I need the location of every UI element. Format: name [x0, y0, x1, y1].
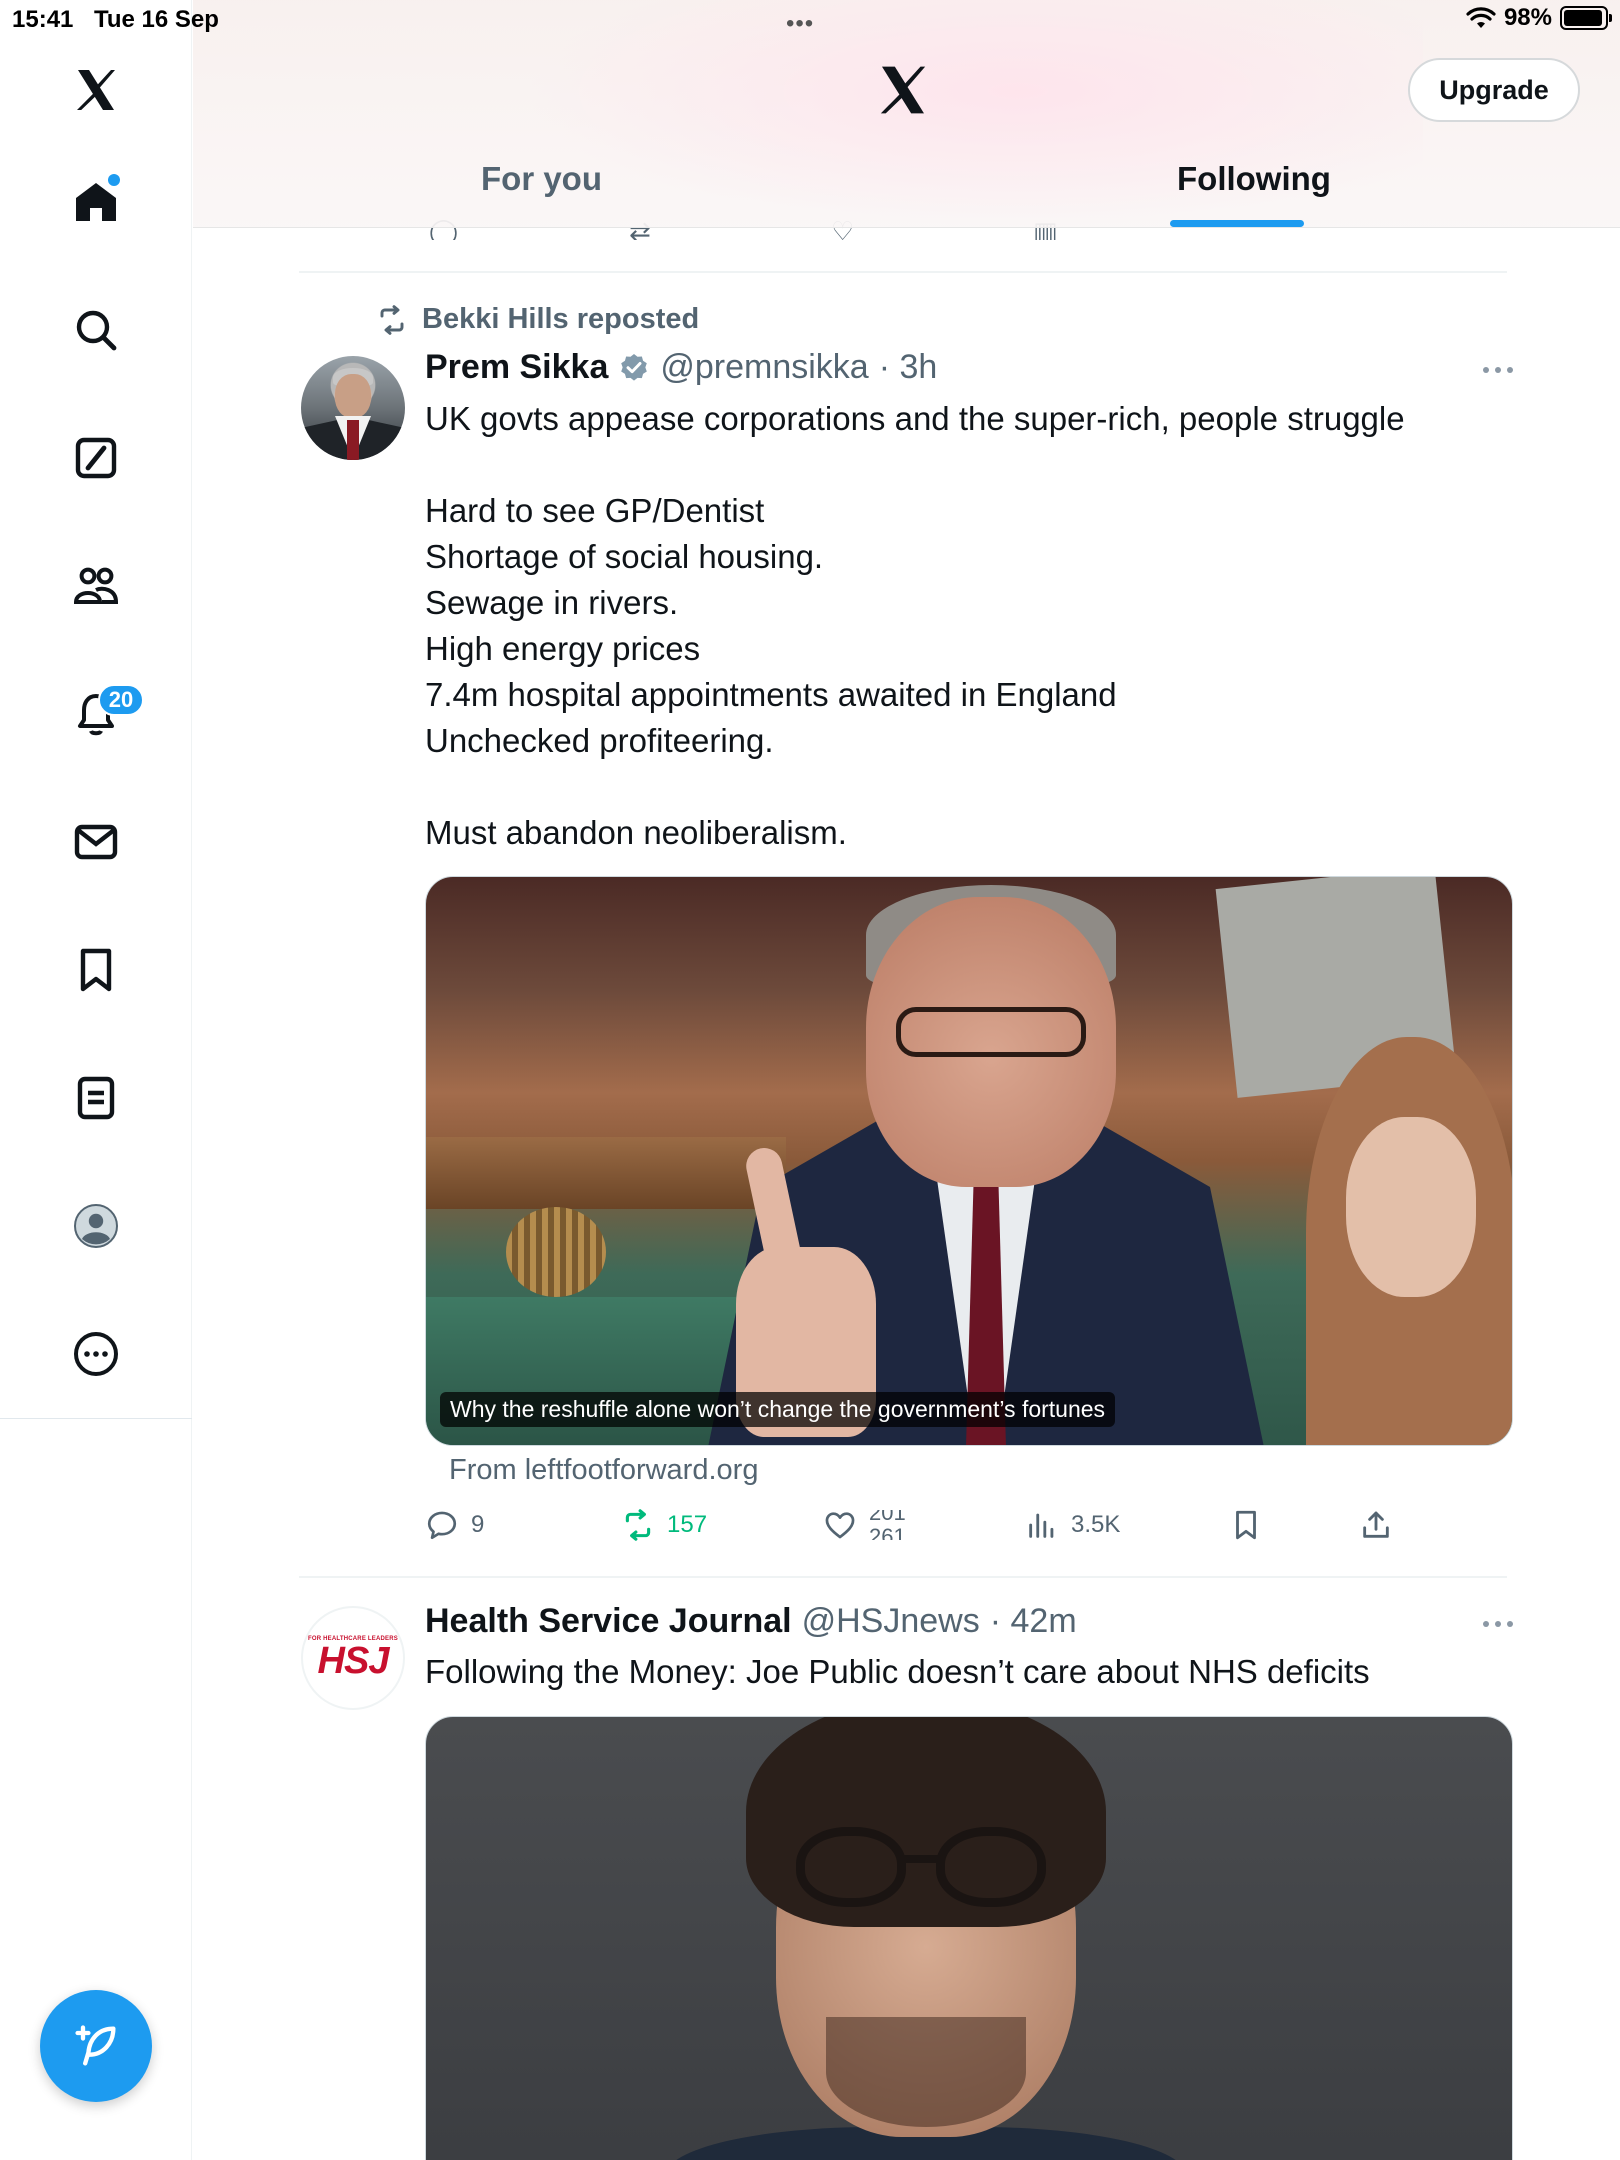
author-line: Health Service Journal @HSJnews · 42m	[425, 1602, 1077, 1641]
bookmarks-icon[interactable]	[64, 938, 128, 1002]
reply-count: 9	[471, 1511, 485, 1538]
communities-icon[interactable]	[64, 554, 128, 618]
retweet-icon	[625, 1509, 651, 1541]
wifi-icon	[1466, 7, 1496, 28]
retweet-small-icon	[380, 304, 404, 335]
tweet-media-card[interactable]: Why the reshuffle alone won’t change the…	[425, 876, 1513, 1446]
multitasking-dots[interactable]: •••	[786, 10, 814, 38]
views-button[interactable]: 3.5K	[1025, 1508, 1120, 1542]
like-count-old: 201	[869, 1510, 906, 1525]
active-tab-indicator	[1170, 220, 1304, 227]
reply-button[interactable]: 9	[425, 1508, 484, 1542]
retweet-button[interactable]: 157	[621, 1508, 707, 1542]
compose-post-button[interactable]	[40, 1990, 152, 2102]
tab-following[interactable]: Following	[1177, 160, 1331, 198]
avatar[interactable]: FOR HEALTHCARE LEADERS HSJ	[301, 1606, 405, 1710]
author-name[interactable]: Prem Sikka	[425, 348, 608, 387]
bookmark-icon	[1236, 1510, 1256, 1540]
verified-badge-icon[interactable]	[618, 352, 650, 384]
grok-icon[interactable]	[64, 426, 128, 490]
status-time: 15:41	[12, 6, 74, 33]
status-bar: 15:41 Tue 16 Sep ••• 98%	[0, 0, 1620, 40]
author-handle[interactable]: @HSJnews	[802, 1602, 980, 1641]
timeline-feed[interactable]: ◯ ⇄ ♡ ▥ Bekki Hills reposted Prem Sikka …	[193, 0, 1620, 2160]
tweet-more-icon[interactable]	[1478, 360, 1518, 380]
author-line: Prem Sikka @premnsikka · 3h	[425, 348, 937, 387]
author-name[interactable]: Health Service Journal	[425, 1602, 792, 1641]
compose-feather-icon	[75, 2025, 116, 2066]
notification-count-badge: 20	[98, 684, 144, 716]
messages-envelope-icon[interactable]	[64, 810, 128, 874]
like-button[interactable]: 201 261	[823, 1508, 906, 1542]
tweet-time[interactable]: · 42m	[990, 1602, 1077, 1641]
retweet-count: 157	[667, 1511, 708, 1538]
views-count: 3.5K	[1071, 1511, 1121, 1538]
more-options-icon[interactable]	[64, 1322, 128, 1386]
x-logo-icon[interactable]	[875, 62, 931, 118]
sidebar-divider	[0, 1418, 192, 1419]
x-logo-icon[interactable]	[64, 58, 128, 122]
search-icon[interactable]	[64, 298, 128, 362]
link-source[interactable]: From leftfootforward.org	[449, 1454, 758, 1487]
tab-for-you[interactable]: For you	[481, 160, 602, 198]
media-caption: Why the reshuffle alone won’t change the…	[440, 1392, 1116, 1427]
author-handle[interactable]: @premnsikka	[660, 348, 868, 387]
like-count-new: 261	[869, 1525, 906, 1540]
avatar[interactable]	[301, 356, 405, 460]
heart-icon	[825, 1512, 855, 1539]
tweet-text: UK govts appease corporations and the su…	[425, 400, 1405, 851]
tweet-time[interactable]: · 3h	[879, 348, 938, 387]
hsj-logo: HSJ	[317, 1640, 390, 1682]
tweet-media-image[interactable]	[425, 1716, 1513, 2160]
bookmark-button[interactable]	[1229, 1508, 1263, 1542]
like-count-rolling: 201 261	[869, 1510, 906, 1540]
tweet-actions: 9 157 201 261 3.5K	[425, 1508, 1525, 1552]
sidebar: 20	[0, 0, 192, 2160]
share-icon	[1363, 1511, 1389, 1538]
profile-avatar-icon[interactable]	[64, 1194, 128, 1258]
tweet-separator	[299, 271, 1507, 273]
lists-icon[interactable]	[64, 1066, 128, 1130]
home-unread-dot	[108, 174, 120, 186]
tweet-separator	[299, 1576, 1507, 1578]
tweet-text: Following the Money: Joe Public doesn’t …	[425, 1653, 1370, 1690]
battery-percent: 98%	[1503, 4, 1552, 31]
tweet-more-icon[interactable]	[1478, 1614, 1518, 1634]
share-button[interactable]	[1359, 1508, 1393, 1542]
reply-icon	[427, 1511, 457, 1540]
views-bar-chart-icon	[1029, 1513, 1054, 1538]
upgrade-button[interactable]: Upgrade	[1408, 58, 1580, 122]
status-date: Tue 16 Sep	[94, 6, 219, 33]
repost-label[interactable]: Bekki Hills reposted	[422, 303, 699, 336]
battery-icon	[1560, 6, 1612, 30]
repost-indicator: Bekki Hills reposted	[376, 303, 699, 336]
status-right: 98%	[1466, 4, 1612, 32]
